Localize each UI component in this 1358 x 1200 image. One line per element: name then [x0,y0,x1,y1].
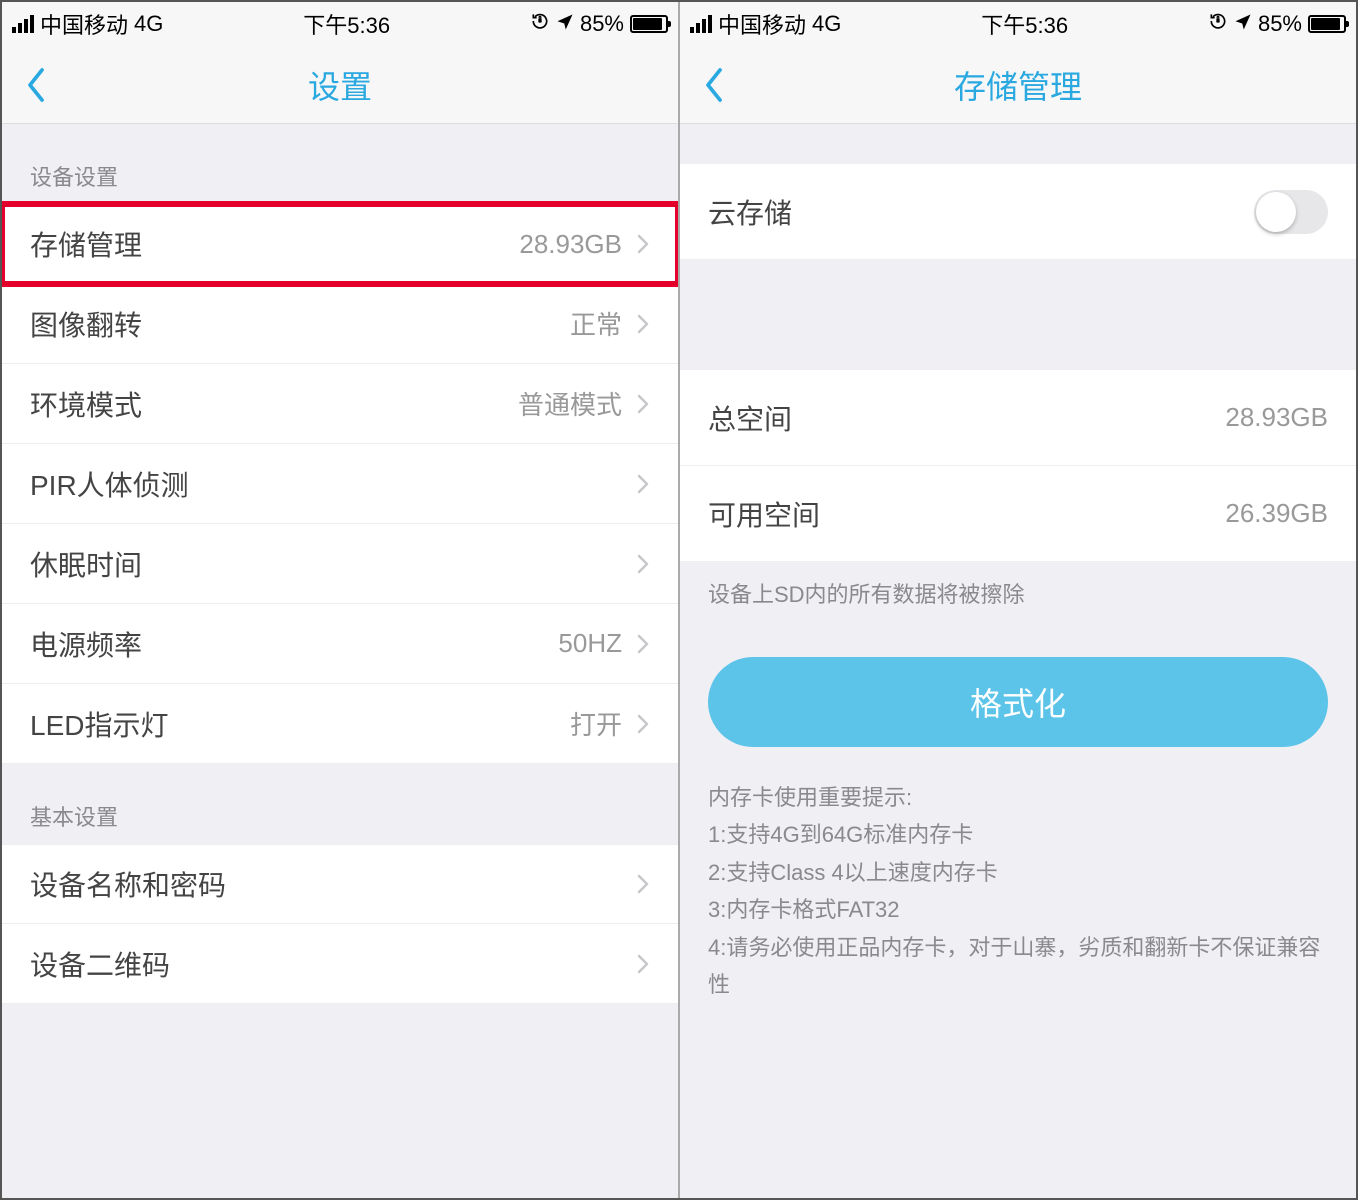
basic-row-0[interactable]: 设备名称和密码 [2,844,678,924]
settings-label-6: LED指示灯 [30,704,168,744]
format-button-label: 格式化 [970,679,1066,725]
settings-label-1: 图像翻转 [30,304,142,344]
basic-label-0: 设备名称和密码 [30,864,226,904]
battery-pct: 85% [1258,11,1302,37]
page-title: 存储管理 [954,62,1082,108]
carrier-label: 中国移动 [40,8,128,40]
erase-note: 设备上SD内的所有数据将被擦除 [680,562,1356,621]
status-bar: 中国移动 4G 下午5:36 85% [2,2,678,46]
back-button[interactable] [704,67,724,103]
row-cloud-storage[interactable]: 云存储 [680,164,1356,260]
settings-row-1[interactable]: 图像翻转 正常 [2,284,678,364]
settings-value-0: 28.93GB [519,229,622,260]
location-icon [556,11,574,37]
nav-bar: 设置 [2,46,678,124]
format-button[interactable]: 格式化 [708,657,1328,747]
phone-right-storage: 中国移动 4G 下午5:36 85% 存储管理 云存储 总空间 [679,2,1356,1198]
orientation-lock-icon [530,11,550,37]
settings-label-2: 环境模式 [30,384,142,424]
tips-line-4: 4:请务必使用正品内存卡，对于山寨，劣质和翻新卡不保证兼容性 [708,929,1328,1004]
network-label: 4G [134,11,163,37]
chevron-right-icon [636,952,650,976]
cloud-storage-label: 云存储 [708,192,792,232]
carrier-label: 中国移动 [718,8,806,40]
orientation-lock-icon [1208,11,1228,37]
settings-value-6: 打开 [570,705,622,742]
chevron-right-icon [636,392,650,416]
total-space-label: 总空间 [708,398,792,438]
basic-label-1: 设备二维码 [30,944,170,984]
settings-label-0: 存储管理 [30,224,142,264]
chevron-right-icon [636,632,650,656]
chevron-right-icon [636,472,650,496]
tips-line-3: 3:内存卡格式FAT32 [708,891,1328,928]
battery-icon [630,15,668,33]
nav-bar: 存储管理 [680,46,1356,124]
settings-row-6[interactable]: LED指示灯 打开 [2,684,678,764]
settings-row-3[interactable]: PIR人体侦测 [2,444,678,524]
tips-title: 内存卡使用重要提示: [708,779,1328,816]
chevron-right-icon [636,232,650,256]
settings-value-2: 普通模式 [518,385,622,422]
location-icon [1234,11,1252,37]
basic-row-1[interactable]: 设备二维码 [2,924,678,1004]
spacer [680,260,1356,370]
section-device-settings: 设备设置 [2,124,678,204]
settings-label-3: PIR人体侦测 [30,464,189,504]
chevron-right-icon [636,712,650,736]
settings-row-5[interactable]: 电源频率 50HZ [2,604,678,684]
settings-label-5: 电源频率 [30,624,142,664]
signal-icon [12,15,34,33]
section-basic-settings: 基本设置 [2,764,678,844]
total-space-value: 28.93GB [1225,402,1328,433]
battery-pct: 85% [580,11,624,37]
free-space-label: 可用空间 [708,494,820,534]
tips-line-1: 1:支持4G到64G标准内存卡 [708,816,1328,853]
row-total-space: 总空间 28.93GB [680,370,1356,466]
chevron-right-icon [636,552,650,576]
chevron-right-icon [636,312,650,336]
status-time: 下午5:36 [981,8,1068,40]
sd-card-tips: 内存卡使用重要提示: 1:支持4G到64G标准内存卡 2:支持Class 4以上… [680,755,1356,1013]
battery-icon [1308,15,1346,33]
status-bar: 中国移动 4G 下午5:36 85% [680,2,1356,46]
settings-value-1: 正常 [570,305,622,342]
settings-row-4[interactable]: 休眠时间 [2,524,678,604]
phone-left-settings: 中国移动 4G 下午5:36 85% 设置 设备设置 存储管理 28.93GB 图像… [2,2,679,1198]
cloud-storage-toggle[interactable] [1254,190,1328,234]
settings-row-2[interactable]: 环境模式 普通模式 [2,364,678,444]
spacer [2,1004,678,1052]
settings-row-0[interactable]: 存储管理 28.93GB [2,204,678,284]
page-title: 设置 [308,62,372,108]
settings-value-5: 50HZ [558,628,622,659]
status-time: 下午5:36 [303,8,390,40]
row-free-space: 可用空间 26.39GB [680,466,1356,562]
settings-label-4: 休眠时间 [30,544,142,584]
free-space-value: 26.39GB [1225,498,1328,529]
signal-icon [690,15,712,33]
chevron-right-icon [636,872,650,896]
back-button[interactable] [26,67,46,103]
network-label: 4G [812,11,841,37]
tips-line-2: 2:支持Class 4以上速度内存卡 [708,854,1328,891]
spacer [680,124,1356,164]
